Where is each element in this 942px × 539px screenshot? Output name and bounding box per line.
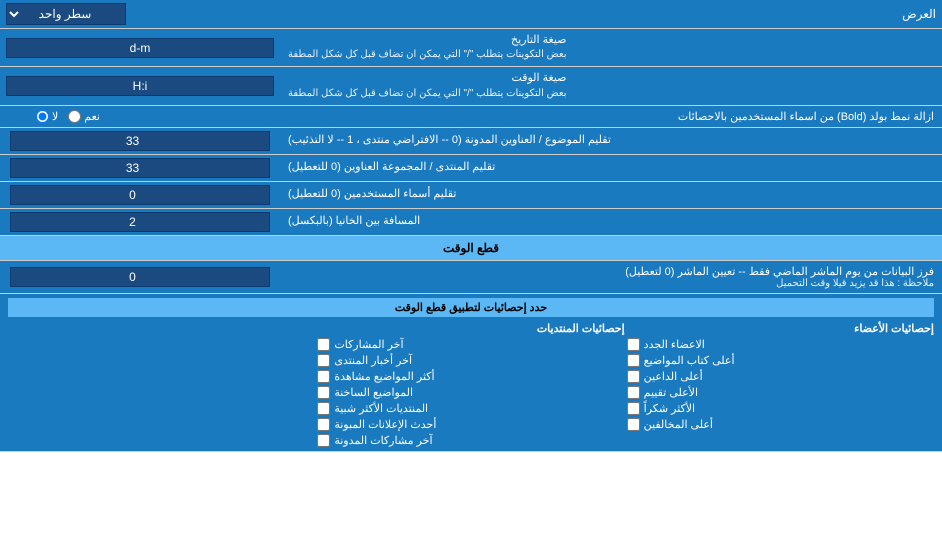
usernames-label: تقليم أسماء المستخدمين (0 للتعطيل) [280, 182, 942, 208]
forum-titles-input[interactable] [10, 158, 270, 178]
checkbox-most-thanked: الأكثر شكراً [627, 402, 934, 415]
date-format-input-cell [0, 29, 280, 66]
checkbox-last-blog-posts-input[interactable] [317, 434, 330, 447]
usernames-input-cell [0, 182, 280, 208]
checkbox-latest-announcements-input[interactable] [317, 418, 330, 431]
bold-no-radio[interactable] [36, 110, 49, 123]
checkbox-new-members: الاعضاء الجدد [627, 338, 934, 351]
time-format-label: صيغة الوقت بعض التكوينات يتطلب "/" التي … [280, 67, 942, 104]
checkbox-top-inviters: أعلى الداعين [627, 370, 934, 383]
checkbox-top-writers: أعلى كتاب المواضيع [627, 354, 934, 367]
checkbox-most-viewed-input[interactable] [317, 370, 330, 383]
forum-titles-input-cell [0, 155, 280, 181]
bold-yes-label[interactable]: نعم [68, 110, 100, 123]
checkbox-top-rated-input[interactable] [627, 386, 640, 399]
topic-titles-label: تقليم الموضوع / العناوين المدونة (0 -- ا… [280, 128, 942, 154]
top-row: العرض سطر واحد سطرين ثلاثة أسطر [0, 0, 942, 29]
checkbox-top-rated: الأعلى تقييم [627, 386, 934, 399]
bold-no-label[interactable]: لا [36, 110, 58, 123]
checkbox-last-posts: آخر المشاركات [317, 338, 624, 351]
topic-titles-row: تقليم الموضوع / العناوين المدونة (0 -- ا… [0, 128, 942, 155]
col1-header [8, 322, 315, 334]
checkbox-hot-topics-input[interactable] [317, 386, 330, 399]
stats-header: حدد إحصائيات لتطبيق قطع الوقت [8, 298, 934, 317]
stats-header-text: حدد إحصائيات لتطبيق قطع الوقت [8, 298, 934, 317]
checkbox-most-thanked-input[interactable] [627, 402, 640, 415]
topic-titles-input-cell [0, 128, 280, 154]
bold-yes-radio[interactable] [68, 110, 81, 123]
time-format-row: صيغة الوقت بعض التكوينات يتطلب "/" التي … [0, 67, 942, 105]
date-format-label: صيغة التاريخ بعض التكوينات يتطلب "/" الت… [280, 29, 942, 66]
spacing-input-cell [0, 209, 280, 235]
checkbox-most-similar-forums: المنتديات الأكثر شبية [317, 402, 624, 415]
stats-checkboxes-section: حدد إحصائيات لتطبيق قطع الوقت إحصائيات ا… [0, 294, 942, 452]
checkbox-last-forum-news: آخر أخبار المنتدى [317, 354, 624, 367]
bold-label: ازالة نمط بولد (Bold) من اسماء المستخدمي… [128, 110, 934, 123]
checkbox-hot-topics: المواضيع الساخنة [317, 386, 624, 399]
time-format-input-cell [0, 67, 280, 104]
checkbox-last-posts-input[interactable] [317, 338, 330, 351]
col3-header: إحصائيات الأعضاء [627, 322, 934, 335]
bold-radio-group: نعم لا [8, 110, 128, 123]
date-format-row: صيغة التاريخ بعض التكوينات يتطلب "/" الت… [0, 29, 942, 67]
checkbox-new-members-input[interactable] [627, 338, 640, 351]
usernames-input[interactable] [10, 185, 270, 205]
checkbox-most-similar-forums-input[interactable] [317, 402, 330, 415]
topic-titles-input[interactable] [10, 131, 270, 151]
time-format-input[interactable] [6, 76, 274, 96]
bold-row: ازالة نمط بولد (Bold) من اسماء المستخدمي… [0, 106, 942, 128]
forum-titles-label: تقليم المنتدى / المجموعة العناوين (0 للت… [280, 155, 942, 181]
cutoff-input[interactable] [10, 267, 270, 287]
cutoff-section-header: قطع الوقت [0, 236, 942, 261]
col-members: إحصائيات الأعضاء الاعضاء الجدد أعلى كتاب… [627, 322, 934, 447]
checkbox-most-viewed: أكثر المواضيع مشاهدة [317, 370, 624, 383]
checkbox-last-forum-news-input[interactable] [317, 354, 330, 367]
checkbox-last-blog-posts: آخر مشاركات المدونة [317, 434, 624, 447]
display-select[interactable]: سطر واحد سطرين ثلاثة أسطر [6, 3, 126, 25]
checkbox-latest-announcements: أحدث الإعلانات المبونة [317, 418, 624, 431]
col2-header: إحصائيات المنتديات [317, 322, 624, 335]
checkboxes-grid: إحصائيات الأعضاء الاعضاء الجدد أعلى كتاب… [8, 322, 934, 447]
col-forums: إحصائيات المنتديات آخر المشاركات آخر أخب… [317, 322, 624, 447]
cutoff-row: فرز البيانات من يوم الماشر الماضي فقط --… [0, 261, 942, 294]
checkbox-top-violators: أعلى المخالفين [627, 418, 934, 431]
spacing-label: المسافة بين الخانيا (بالبكسل) [280, 209, 942, 235]
forum-titles-row: تقليم المنتدى / المجموعة العناوين (0 للت… [0, 155, 942, 182]
checkbox-top-inviters-input[interactable] [627, 370, 640, 383]
cutoff-input-cell [0, 261, 280, 293]
checkbox-top-writers-input[interactable] [627, 354, 640, 367]
cutoff-label: فرز البيانات من يوم الماشر الماضي فقط --… [280, 261, 942, 293]
spacing-input[interactable] [10, 212, 270, 232]
col-extra [8, 322, 315, 447]
date-format-input[interactable] [6, 38, 274, 58]
top-label: العرض [126, 7, 936, 21]
usernames-row: تقليم أسماء المستخدمين (0 للتعطيل) [0, 182, 942, 209]
spacing-row: المسافة بين الخانيا (بالبكسل) [0, 209, 942, 236]
checkbox-top-violators-input[interactable] [627, 418, 640, 431]
